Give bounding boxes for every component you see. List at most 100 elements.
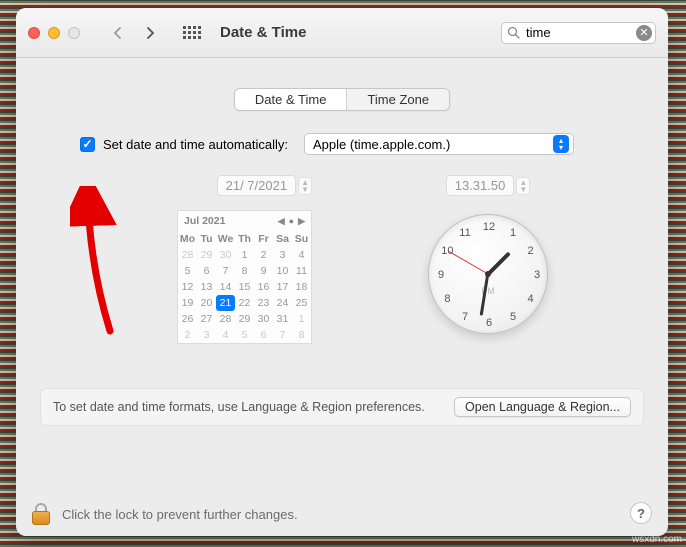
calendar[interactable]: Jul 2021 ◀ ● ▶ MoTuWeThFrSaSu28293012345… — [177, 210, 312, 344]
calendar-nav: ◀ ● ▶ — [278, 216, 305, 227]
minimize-button[interactable] — [48, 27, 60, 39]
cal-day[interactable]: 17 — [273, 279, 292, 295]
show-all-button[interactable] — [180, 21, 204, 45]
cal-weekday: Th — [235, 231, 254, 247]
cal-day[interactable]: 8 — [292, 327, 311, 343]
auto-set-checkbox[interactable]: ✓ — [80, 137, 95, 152]
calendar-month-label: Jul 2021 — [184, 215, 225, 227]
cal-day[interactable]: 18 — [292, 279, 311, 295]
cal-next-icon[interactable]: ▶ — [298, 216, 305, 227]
cal-day[interactable]: 6 — [197, 263, 216, 279]
cal-weekday: Su — [292, 231, 311, 247]
clock-number: 7 — [462, 311, 468, 323]
cal-weekday: Fr — [254, 231, 273, 247]
clock-pivot — [485, 271, 491, 277]
forward-button[interactable] — [138, 21, 162, 45]
time-server-combo[interactable]: Apple (time.apple.com.) ▴▾ — [304, 133, 574, 155]
cal-day[interactable]: 29 — [197, 247, 216, 263]
cal-day[interactable]: 22 — [235, 295, 254, 311]
time-field[interactable]: 13.31.50 — [446, 175, 515, 196]
content-area: Date & Time Time Zone ✓ Set date and tim… — [16, 58, 668, 492]
cal-day[interactable]: 10 — [273, 263, 292, 279]
search-icon — [507, 26, 520, 42]
back-button[interactable] — [106, 21, 130, 45]
watermark: wsxdn.com — [632, 534, 682, 545]
cal-day[interactable]: 7 — [216, 263, 235, 279]
clock-number: 2 — [528, 245, 534, 257]
cal-day[interactable]: 6 — [254, 327, 273, 343]
cal-day[interactable]: 14 — [216, 279, 235, 295]
tab-date-time[interactable]: Date & Time — [235, 89, 347, 110]
cal-day[interactable]: 28 — [216, 311, 235, 327]
cal-day[interactable]: 5 — [178, 263, 197, 279]
clock-number: 9 — [438, 269, 444, 281]
clock-number: 3 — [534, 269, 540, 281]
cal-day[interactable]: 30 — [216, 247, 235, 263]
cal-day[interactable]: 24 — [273, 295, 292, 311]
cal-day[interactable]: 4 — [292, 247, 311, 263]
clear-search-button[interactable]: ✕ — [636, 25, 652, 41]
cal-day[interactable]: 21 — [216, 295, 235, 311]
cal-day[interactable]: 16 — [254, 279, 273, 295]
cal-day[interactable]: 2 — [178, 327, 197, 343]
auto-set-label: Set date and time automatically: — [103, 137, 288, 152]
search-field[interactable]: ✕ — [501, 22, 656, 44]
time-stepper[interactable]: ▲▼ — [516, 177, 530, 195]
prefs-window: Date & Time ✕ Date & Time Time Zone ✓ Se… — [16, 8, 668, 536]
cal-day[interactable]: 8 — [235, 263, 254, 279]
cal-day[interactable]: 11 — [292, 263, 311, 279]
lock-icon[interactable] — [32, 503, 50, 525]
window-title: Date & Time — [220, 24, 306, 41]
cal-day[interactable]: 4 — [216, 327, 235, 343]
cal-day[interactable]: 20 — [197, 295, 216, 311]
cal-day[interactable]: 2 — [254, 247, 273, 263]
search-input[interactable] — [501, 22, 656, 44]
window-controls — [28, 27, 80, 39]
cal-day[interactable]: 27 — [197, 311, 216, 327]
date-column: 21/ 7/2021 ▲▼ Jul 2021 ◀ ● ▶ MoTuWeThFrS… — [80, 175, 312, 344]
cal-day[interactable]: 31 — [273, 311, 292, 327]
cal-day[interactable]: 3 — [273, 247, 292, 263]
cal-day[interactable]: 28 — [178, 247, 197, 263]
cal-day[interactable]: 5 — [235, 327, 254, 343]
clock-number: 8 — [444, 293, 450, 305]
clock-number: 10 — [441, 245, 453, 257]
cal-day[interactable]: 19 — [178, 295, 197, 311]
tab-time-zone[interactable]: Time Zone — [346, 89, 449, 110]
titlebar: Date & Time ✕ — [16, 8, 668, 58]
help-button[interactable]: ? — [630, 502, 652, 524]
tab-control: Date & Time Time Zone — [234, 88, 450, 111]
format-note-text: To set date and time formats, use Langua… — [53, 400, 425, 414]
clock-number: 11 — [459, 227, 470, 239]
auto-set-row: ✓ Set date and time automatically: Apple… — [80, 133, 644, 155]
open-language-region-button[interactable]: Open Language & Region... — [454, 397, 631, 417]
cal-day[interactable]: 13 — [197, 279, 216, 295]
date-field[interactable]: 21/ 7/2021 — [217, 175, 296, 196]
cal-day[interactable]: 25 — [292, 295, 311, 311]
lock-bar: Click the lock to prevent further change… — [16, 492, 668, 536]
cal-today-icon[interactable]: ● — [289, 216, 294, 227]
cal-day[interactable]: 23 — [254, 295, 273, 311]
grid-icon — [183, 26, 201, 39]
cal-weekday: Sa — [273, 231, 292, 247]
zoom-button[interactable] — [68, 27, 80, 39]
cal-day[interactable]: 9 — [254, 263, 273, 279]
cal-day[interactable]: 29 — [235, 311, 254, 327]
format-note-row: To set date and time formats, use Langua… — [40, 388, 644, 426]
cal-day[interactable]: 1 — [292, 311, 311, 327]
second-hand — [448, 251, 488, 275]
cal-day[interactable]: 1 — [235, 247, 254, 263]
clock-number: 5 — [510, 311, 516, 323]
date-stepper[interactable]: ▲▼ — [298, 177, 312, 195]
cal-day[interactable]: 30 — [254, 311, 273, 327]
cal-prev-icon[interactable]: ◀ — [278, 216, 285, 227]
clock-number: 1 — [510, 227, 516, 239]
cal-weekday: We — [216, 231, 235, 247]
cal-day[interactable]: 12 — [178, 279, 197, 295]
cal-day[interactable]: 15 — [235, 279, 254, 295]
cal-day[interactable]: 26 — [178, 311, 197, 327]
cal-day[interactable]: 7 — [273, 327, 292, 343]
cal-day[interactable]: 3 — [197, 327, 216, 343]
time-server-value: Apple (time.apple.com.) — [313, 137, 450, 152]
close-button[interactable] — [28, 27, 40, 39]
